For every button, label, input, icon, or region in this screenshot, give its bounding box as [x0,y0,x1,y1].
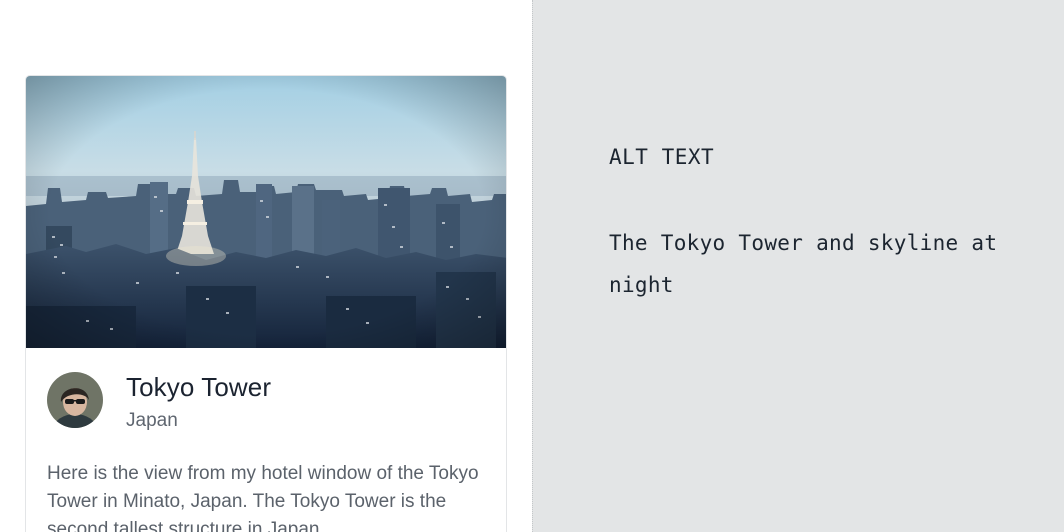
avatar[interactable] [47,372,103,428]
card-location: Japan [126,410,178,431]
card-description: Here is the view from my hotel window of… [47,463,479,532]
user-avatar-icon [47,372,103,428]
tokyo-skyline-photo [26,76,506,348]
screen: Tokyo Tower Japan Here is the view from … [0,0,1064,532]
alt-text-description: The Tokyo Tower and skyline at night [609,231,998,297]
post-card[interactable]: Tokyo Tower Japan Here is the view from … [25,75,507,532]
card-title: Tokyo Tower [126,372,272,402]
card-panel: Tokyo Tower Japan Here is the view from … [0,0,532,532]
alt-text-heading: ALT TEXT [609,145,715,169]
